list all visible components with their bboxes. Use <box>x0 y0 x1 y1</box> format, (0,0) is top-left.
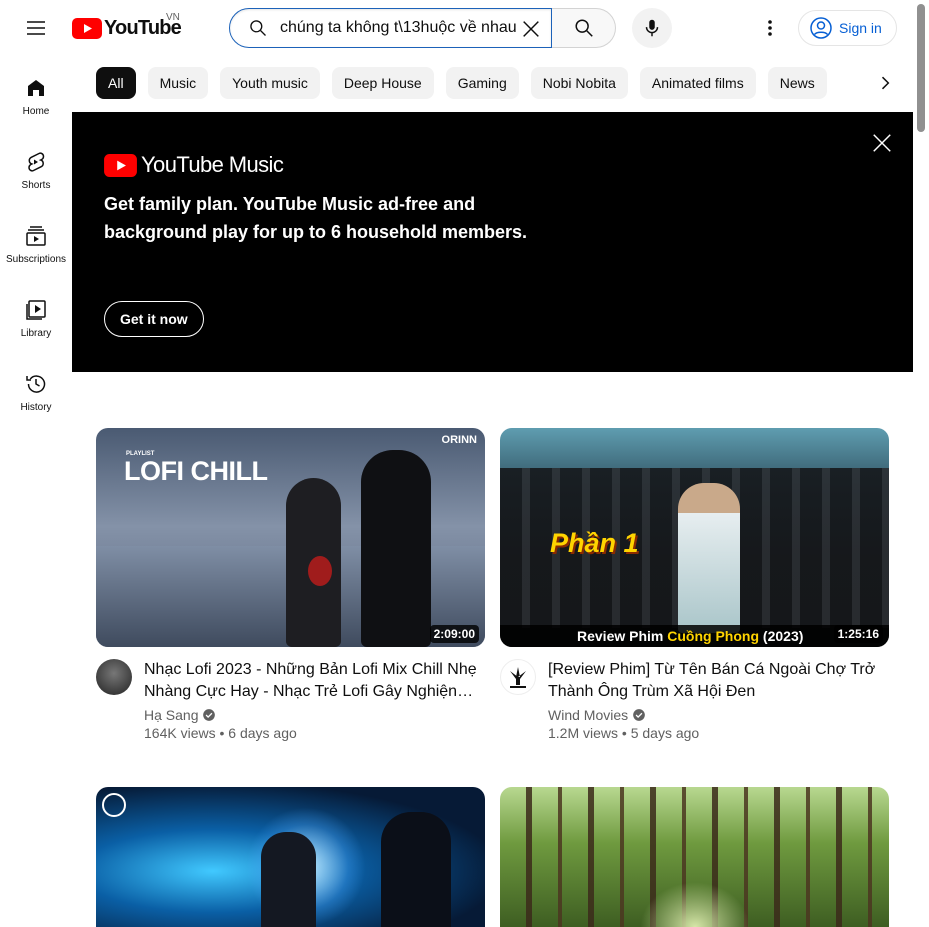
video-card[interactable] <box>96 787 485 927</box>
video-thumbnail[interactable] <box>500 787 889 927</box>
video-stats: 164K views • 6 days ago <box>144 725 297 741</box>
search-input[interactable]: chúng ta không t\13huộc về nhau <box>229 8 552 48</box>
chevron-right-icon <box>881 76 890 90</box>
banner-message: Get family plan. YouTube Music ad-free a… <box>104 194 528 242</box>
sidebar-item-label: Library <box>20 328 52 339</box>
search-query[interactable]: chúng ta không t\13huộc về nhau <box>280 19 520 37</box>
sidebar-item-shorts[interactable]: Shorts <box>0 130 72 204</box>
sidebar-item-history[interactable]: History <box>0 352 72 426</box>
dismiss-banner-button[interactable] <box>867 128 897 158</box>
video-stats: 1.2M views • 5 days ago <box>548 725 700 741</box>
chip-music[interactable]: Music <box>147 67 209 99</box>
performer-figure <box>381 812 451 927</box>
video-card[interactable]: PLAYLIST LOFI CHILL ORINN 2:09:00 Nhạc L… <box>96 428 485 741</box>
sidebar-item-label: History <box>20 402 52 413</box>
search-button[interactable] <box>552 8 616 48</box>
sidebar-item-label: Shorts <box>21 180 51 191</box>
chip-nobi-nobita[interactable]: Nobi Nobita <box>530 67 628 99</box>
country-code: VN <box>166 12 180 23</box>
chip-animated-films[interactable]: Animated films <box>639 67 756 99</box>
settings-more-button[interactable] <box>750 8 790 48</box>
caption-part-a: Review Phim <box>577 628 664 644</box>
video-thumbnail[interactable]: PLAYLIST LOFI CHILL ORINN 2:09:00 <box>96 428 485 647</box>
vertical-dots-icon <box>768 20 772 36</box>
youtube-logo[interactable]: YouTube <box>72 14 182 42</box>
banner-logo-text: YouTube Music <box>141 152 284 177</box>
page-scrollbar[interactable] <box>913 0 929 927</box>
mini-guide: Home Shorts Subscriptions Library Histor… <box>0 56 72 426</box>
youtube-music-logo: YouTube Music <box>104 152 284 178</box>
sign-in-button[interactable]: Sign in <box>798 10 897 46</box>
scrollbar-thumb[interactable] <box>917 4 925 132</box>
sidebar-item-label: Home <box>22 106 50 117</box>
lead-figure <box>678 483 740 633</box>
chip-deep-house[interactable]: Deep House <box>331 67 434 99</box>
account-icon <box>810 17 832 39</box>
youtube-play-icon <box>72 17 102 39</box>
chip-all[interactable]: All <box>96 67 136 99</box>
voice-search-button[interactable] <box>632 8 672 48</box>
thumbnail-brand: ORINN <box>441 434 477 446</box>
get-it-now-button[interactable]: Get it now <box>104 301 204 337</box>
dancer-figure <box>261 832 316 927</box>
channel-name-text: Wind Movies <box>548 707 629 723</box>
chip-news[interactable]: News <box>767 67 827 99</box>
sidebar-item-home[interactable]: Home <box>0 56 72 130</box>
roses <box>308 556 332 586</box>
verified-badge-icon <box>633 709 645 721</box>
sidebar-item-subscriptions[interactable]: Subscriptions <box>0 204 72 278</box>
video-card[interactable] <box>500 787 889 927</box>
sidebar-item-library[interactable]: Library <box>0 278 72 352</box>
close-icon <box>523 21 539 37</box>
couple-figure <box>361 450 431 647</box>
library-icon <box>26 300 46 320</box>
duration-badge: 2:09:00 <box>429 625 479 643</box>
chips-next-button[interactable] <box>868 67 902 99</box>
caption-part-c: (2023) <box>762 628 804 644</box>
search-icon <box>250 20 266 36</box>
youtube-play-icon <box>104 153 137 177</box>
sidebar-item-label: Subscriptions <box>5 254 67 265</box>
video-card[interactable]: Phần 1 Review Phim Cuồng Phong (2023) 1:… <box>500 428 889 741</box>
youtube-music-promo-banner: YouTube Music Get family plan. YouTube M… <box>72 112 913 372</box>
windmill-logo-icon <box>510 667 526 688</box>
subscriptions-icon <box>26 226 46 246</box>
channel-avatar[interactable] <box>96 659 132 695</box>
search-icon <box>574 19 593 37</box>
sign-in-label: Sign in <box>839 20 882 36</box>
channel-avatar[interactable] <box>500 659 536 695</box>
caption-part-b: Cuồng Phong <box>667 628 760 644</box>
channel-name[interactable]: Hạ Sang <box>144 707 485 723</box>
microphone-icon <box>645 19 659 37</box>
channel-name-text: Hạ Sang <box>144 707 199 723</box>
history-icon <box>26 375 46 393</box>
channel-watermark <box>102 793 126 817</box>
close-icon <box>873 134 891 152</box>
filter-chips-bar: All Music Youth music Deep House Gaming … <box>96 67 913 99</box>
chip-youth-music[interactable]: Youth music <box>220 67 320 99</box>
menu-button[interactable] <box>16 8 56 48</box>
video-thumbnail[interactable]: Phần 1 Review Phim Cuồng Phong (2023) 1:… <box>500 428 889 647</box>
forest-path <box>640 882 750 927</box>
verified-badge-icon <box>203 709 216 721</box>
thumbnail-caption: Review Phim Cuồng Phong (2023) <box>577 628 803 644</box>
clear-search-button[interactable] <box>515 13 547 45</box>
shorts-icon <box>28 152 45 172</box>
home-icon <box>28 80 44 96</box>
video-title[interactable]: [Review Phim] Từ Tên Bán Cá Ngoài Chợ Tr… <box>548 659 889 703</box>
video-title[interactable]: Nhạc Lofi 2023 - Những Bản Lofi Mix Chil… <box>144 659 485 703</box>
video-thumbnail[interactable] <box>96 787 485 927</box>
thumbnail-title: LOFI CHILL <box>124 456 268 486</box>
duration-badge: 1:25:16 <box>833 625 883 643</box>
hamburger-icon <box>27 21 45 35</box>
thumbnail-part-label: Phần 1 <box>550 528 639 558</box>
chip-gaming[interactable]: Gaming <box>445 67 519 99</box>
masthead: YouTube VN chúng ta không t\13huộc về nh… <box>0 0 913 56</box>
channel-name[interactable]: Wind Movies <box>548 707 889 723</box>
